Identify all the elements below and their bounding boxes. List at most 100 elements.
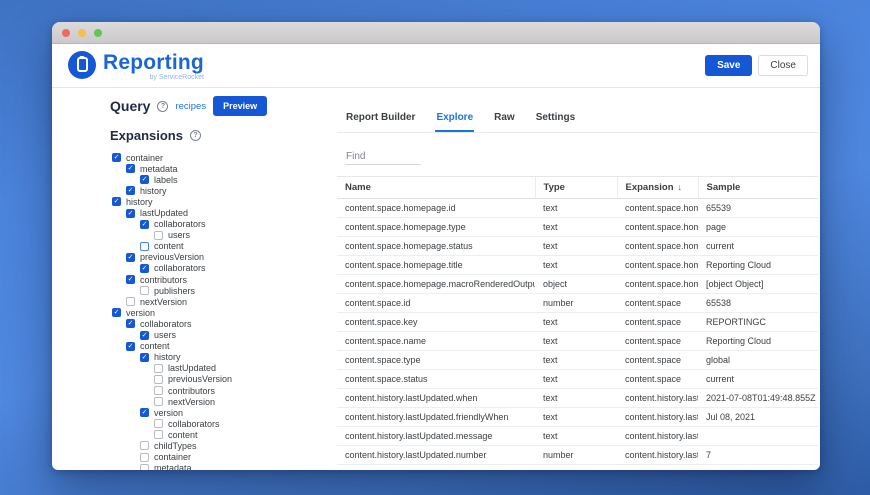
tree-checkbox[interactable]: ✓ [140, 352, 149, 362]
tree-checkbox[interactable] [140, 441, 149, 451]
tree-item-label[interactable]: publishers [154, 286, 195, 296]
tree-item-label[interactable]: nextVersion [168, 397, 215, 407]
cell-sample: Reporting Cloud [698, 331, 818, 351]
tree-checkbox[interactable]: ✓ [140, 263, 149, 273]
table-row: content.space.homepage.type text content.s… [337, 217, 818, 237]
tree-item-label[interactable]: previousVersion [140, 252, 204, 262]
tree-checkbox[interactable] [154, 363, 163, 373]
tree-item-label[interactable]: metadata [154, 463, 192, 470]
column-header-name[interactable]: Name [337, 176, 535, 199]
tree-checkbox[interactable]: ✓ [126, 275, 135, 285]
find-input[interactable] [345, 149, 421, 165]
tree-checkbox[interactable]: ✓ [126, 186, 135, 196]
tree-item-label[interactable]: version [154, 408, 183, 418]
table-row: content.history.lastUpdated.minorEditboo… [337, 464, 818, 470]
tab-settings[interactable]: Settings [535, 112, 576, 132]
tree-checkbox[interactable] [140, 286, 149, 296]
tree-item-label[interactable]: contributors [140, 275, 187, 285]
tree-item-label[interactable]: version [126, 308, 155, 318]
expansions-help-icon[interactable]: ? [189, 130, 201, 141]
tree-item-label[interactable]: contributors [168, 386, 215, 396]
preview-button[interactable]: Preview [213, 96, 268, 116]
tree-checkbox[interactable] [154, 374, 163, 384]
tree-item-label[interactable]: collaborators [154, 219, 206, 229]
tree-checkbox[interactable]: ✓ [126, 341, 135, 351]
cell-name: content.history.lastUpdated.message [337, 426, 535, 446]
cell-name: content.history.lastUpdated.minorEdit [337, 464, 535, 470]
table-row: content.history.lastUpdated.message text c… [337, 426, 818, 446]
tree-item-label[interactable]: collaborators [154, 263, 206, 273]
tree-item-label[interactable]: previousVersion [168, 374, 232, 384]
tree-item-label[interactable]: collaborators [140, 319, 192, 329]
query-help-icon[interactable]: ? [157, 100, 169, 112]
tree-checkbox[interactable]: ✓ [126, 252, 135, 262]
tree-item: ✓ version [110, 307, 337, 318]
tree-checkbox[interactable] [140, 241, 149, 251]
tree-checkbox[interactable] [154, 230, 163, 240]
cell-name: content.space.type [337, 350, 535, 370]
tree-item-label[interactable]: childTypes [154, 441, 197, 451]
tree-item-label[interactable]: container [126, 153, 163, 163]
tree-item-label[interactable]: content [140, 341, 170, 351]
tree-checkbox[interactable] [154, 397, 163, 407]
table-row: content.history.lastUpdated.number number… [337, 445, 818, 465]
recipes-link[interactable]: recipes [175, 101, 206, 112]
tree-item-label[interactable]: container [154, 452, 191, 462]
tree-checkbox[interactable]: ✓ [140, 330, 149, 340]
close-window-button[interactable] [62, 28, 70, 37]
tab-explore[interactable]: Explore [435, 112, 475, 132]
save-button[interactable]: Save [705, 55, 753, 76]
tree-checkbox[interactable]: ✓ [126, 319, 135, 329]
table-body: content.space.homepage.id text content.spa… [337, 198, 818, 470]
cell-type: object [535, 274, 617, 294]
tree-checkbox[interactable]: ✓ [140, 175, 149, 185]
tree-checkbox[interactable]: ✓ [112, 153, 121, 163]
tree-item-label[interactable]: lastUpdated [168, 363, 216, 373]
tree-checkbox[interactable]: ✓ [140, 408, 149, 418]
tree-item-label[interactable]: nextVersion [140, 297, 187, 307]
tree-checkbox[interactable]: ✓ [126, 208, 135, 218]
results-table-wrap: Name Type Expansion ↓ Sample content.space.h… [337, 176, 818, 470]
cell-expansion: content.space [617, 312, 698, 332]
tree-checkbox[interactable] [140, 463, 149, 470]
cell-name: content.history.lastUpdated.number [337, 445, 535, 465]
explore-panel: Report Builder Explore Raw Settings NameTyp… [337, 88, 820, 470]
tree-checkbox[interactable]: ✓ [112, 308, 121, 318]
minimize-window-button[interactable] [78, 28, 86, 37]
tree-checkbox[interactable] [126, 297, 135, 307]
tab-raw[interactable]: Raw [493, 112, 516, 132]
tree-checkbox[interactable]: ✓ [112, 197, 121, 207]
tree-checkbox[interactable] [154, 430, 163, 440]
query-heading: Query [110, 98, 151, 114]
column-header-type[interactable]: Type [534, 176, 617, 199]
tree-item-label[interactable]: content [154, 241, 184, 251]
tree-checkbox[interactable] [154, 419, 163, 429]
tab-report-builder[interactable]: Report Builder [345, 112, 416, 132]
tree-item-label[interactable]: labels [154, 175, 178, 185]
zoom-window-button[interactable] [94, 28, 102, 37]
tree-item-label[interactable]: lastUpdated [140, 208, 188, 218]
tree-item-label[interactable]: history [154, 352, 181, 362]
tree-item-label[interactable]: users [154, 330, 176, 340]
app-title: Reporting [103, 50, 204, 74]
tree-checkbox[interactable] [154, 386, 163, 396]
tree-checkbox[interactable]: ✓ [140, 219, 149, 229]
column-header-sample[interactable]: Sample [697, 176, 818, 199]
tree-item-label[interactable]: history [140, 186, 167, 196]
cell-expansion: content.history.lastUpd... [617, 407, 698, 427]
tree-item-label[interactable]: content [168, 430, 198, 440]
tree-item: collaborators [110, 418, 337, 429]
close-button[interactable]: Close [758, 55, 808, 76]
tree-checkbox[interactable] [140, 452, 149, 462]
tab-bar: Report Builder Explore Raw Settings [337, 112, 818, 133]
app-header: Reporting by ServiceRocket Save Close [52, 44, 820, 88]
tree-item-label[interactable]: collaborators [168, 419, 220, 429]
tree-item-label[interactable]: history [126, 197, 153, 207]
column-header-expansion[interactable]: Expansion ↓ [616, 176, 698, 199]
tree-item-label[interactable]: metadata [140, 164, 178, 174]
tree-item-label[interactable]: users [168, 230, 190, 240]
cell-type: text [535, 407, 617, 427]
tree-item: content [110, 429, 337, 440]
cell-expansion: content.space.homepa... [617, 198, 698, 218]
tree-checkbox[interactable]: ✓ [126, 164, 135, 174]
